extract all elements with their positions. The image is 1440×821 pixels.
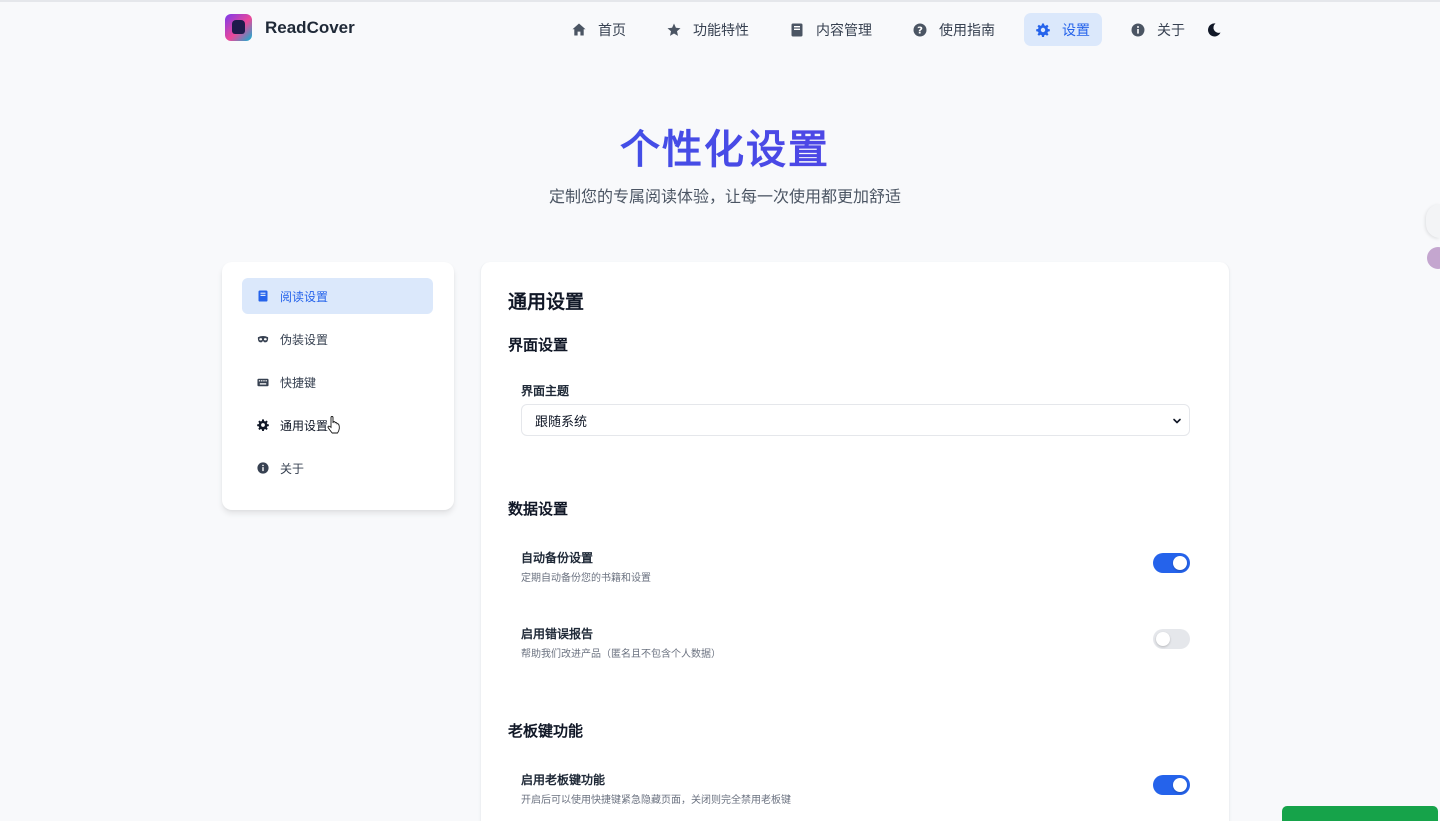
keyboard-icon	[257, 376, 269, 388]
info-circle-icon	[257, 462, 269, 474]
book-icon	[257, 290, 269, 302]
sidebar-item-shortcuts[interactable]: 快捷键	[242, 364, 433, 400]
nav-item-about[interactable]: 关于	[1119, 13, 1197, 46]
section-title-data: 数据设置	[508, 501, 569, 518]
panel-title: 通用设置	[508, 292, 585, 313]
option-title: 自动备份设置	[521, 551, 594, 565]
sidebar-item-disguise[interactable]: 伪装设置	[242, 321, 433, 357]
nav-item-label: 关于	[1157, 21, 1185, 38]
sidebar-item-label: 阅读设置	[280, 289, 329, 304]
option-description: 开启后可以使用快捷键紧急隐藏页面，关闭则完全禁用老板键	[521, 795, 791, 806]
auto-backup-toggle[interactable]	[1153, 553, 1190, 573]
sidebar-item-label: 伪装设置	[280, 332, 329, 347]
mask-icon	[257, 333, 269, 345]
theme-label: 界面主题	[521, 384, 570, 398]
sidebar-item-about[interactable]: 关于	[242, 450, 433, 486]
main-nav: 首页 功能特性 内容管理 ? 使用指南 设置 关于	[560, 13, 1214, 46]
theme-select[interactable]: 跟随系统	[521, 404, 1190, 436]
floating-chat-button[interactable]	[1282, 806, 1438, 821]
floating-avatar[interactable]	[1427, 247, 1440, 269]
option-description: 定期自动备份您的书籍和设置	[521, 573, 651, 584]
sidebar-item-label: 快捷键	[280, 375, 317, 390]
nav-item-label: 首页	[598, 21, 626, 38]
brand-name: ReadCover	[265, 17, 355, 37]
navbar: ReadCover 首页 功能特性 内容管理 ? 使用指南 设置 关于	[0, 2, 1440, 56]
hand-cursor-icon	[327, 416, 341, 434]
book-icon	[790, 23, 804, 37]
star-icon	[667, 23, 681, 37]
svg-text:?: ?	[917, 25, 923, 36]
toggle-knob	[1156, 632, 1170, 646]
moon-icon[interactable]	[1206, 22, 1222, 38]
error-report-toggle[interactable]	[1153, 629, 1190, 649]
nav-item-settings[interactable]: 设置	[1024, 13, 1102, 46]
nav-item-guide[interactable]: ? 使用指南	[901, 13, 1007, 46]
nav-item-label: 功能特性	[693, 21, 749, 38]
sidebar-item-label: 通用设置	[280, 418, 329, 433]
option-description: 帮助我们改进产品（匿名且不包含个人数据）	[521, 649, 721, 660]
option-title: 启用错误报告	[521, 627, 594, 641]
gear-icon	[257, 419, 269, 431]
sidebar-item-reading[interactable]: 阅读设置	[242, 278, 433, 314]
chevron-down-icon	[1171, 415, 1183, 427]
question-circle-icon: ?	[913, 23, 927, 37]
nav-item-label: 使用指南	[939, 21, 995, 38]
nav-item-label: 内容管理	[816, 21, 872, 38]
settings-sidebar: 阅读设置 伪装设置 快捷键 通用设置 关于	[222, 262, 454, 510]
boss-key-toggle[interactable]	[1153, 775, 1190, 795]
nav-item-home[interactable]: 首页	[560, 13, 638, 46]
gear-icon	[1036, 23, 1050, 37]
settings-panel: 通用设置 界面设置 界面主题 跟随系统 数据设置 自动备份设置 定期自动备份您的…	[480, 262, 1230, 821]
home-icon	[572, 23, 586, 37]
toggle-knob	[1173, 778, 1187, 792]
section-title-interface: 界面设置	[508, 337, 569, 354]
section-title-boss-key: 老板键功能	[508, 723, 584, 740]
theme-select-value: 跟随系统	[535, 413, 588, 429]
nav-item-label: 设置	[1062, 21, 1090, 38]
logo-icon	[225, 14, 252, 41]
floating-tool-tab[interactable]	[1426, 204, 1440, 238]
brand[interactable]: ReadCover	[225, 14, 355, 41]
page-title: 个性化设置	[0, 117, 1440, 175]
option-title: 启用老板键功能	[521, 773, 606, 787]
page-subtitle: 定制您的专属阅读体验，让每一次使用都更加舒适	[548, 189, 901, 206]
nav-item-content[interactable]: 内容管理	[778, 13, 884, 46]
nav-item-features[interactable]: 功能特性	[655, 13, 761, 46]
info-circle-icon	[1131, 23, 1145, 37]
toggle-knob	[1173, 556, 1187, 570]
sidebar-item-label: 关于	[280, 461, 305, 476]
